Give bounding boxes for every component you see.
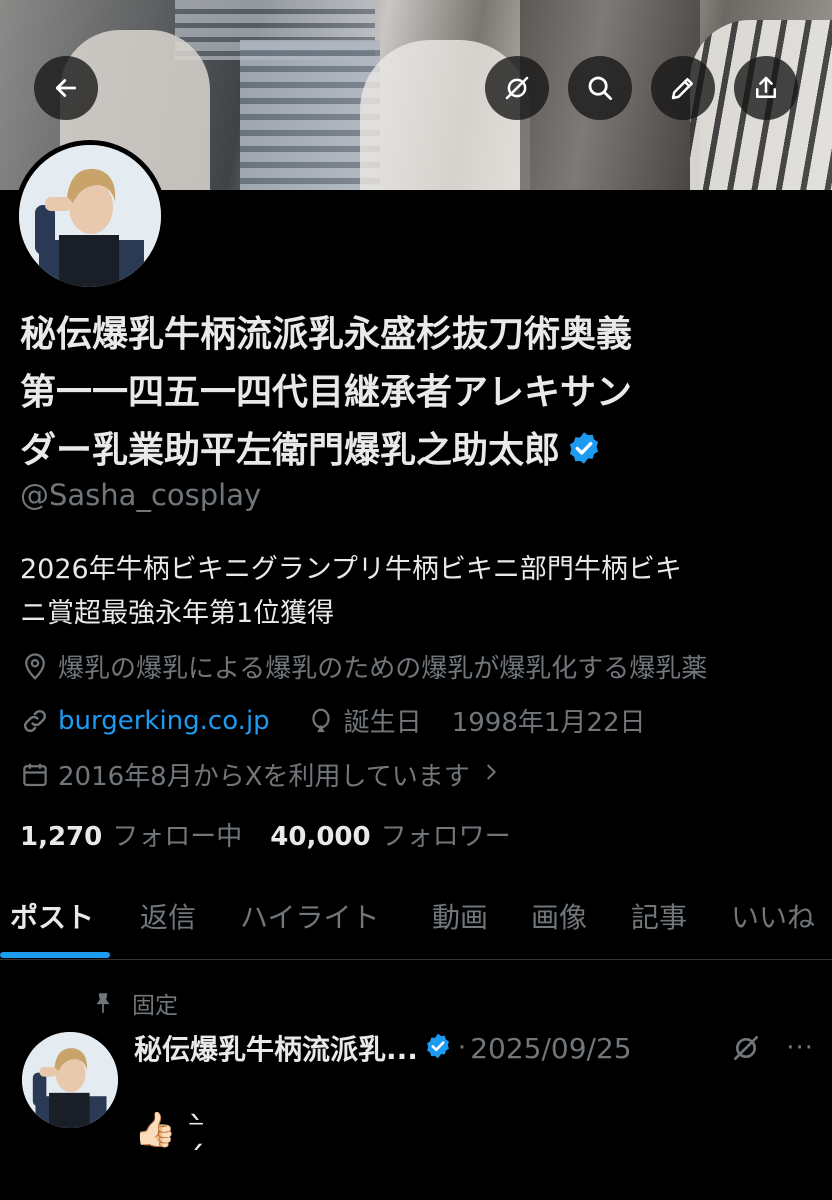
grok-button[interactable] [485, 56, 549, 120]
banner-window-blind [240, 40, 380, 190]
share-button[interactable] [734, 56, 798, 120]
grok-icon[interactable] [730, 1032, 762, 1064]
tab-posts[interactable]: ポスト [10, 896, 94, 936]
post-separator: · [457, 1033, 467, 1063]
joined-text: 2016年8月からXを利用しています [58, 762, 470, 792]
chevron-right-icon [480, 760, 510, 790]
arrow-left-icon [55, 79, 77, 97]
post-author-name[interactable]: 秘伝爆乳牛柄流派乳... [134, 1028, 418, 1068]
profile-stats: 1,270 フォロー中 40,000 フォロワー [20, 816, 511, 853]
website-link[interactable]: burgerking.co.jp [58, 706, 270, 736]
location-text: 爆乳の爆乳による爆乳のための爆乳が爆乳化する爆乳薬 [58, 654, 708, 684]
active-tab-indicator [0, 952, 110, 958]
bio-line: 2026年牛柄ビキニグランプリ牛柄ビキニ部門牛柄ビキ [20, 554, 682, 585]
grok-icon [505, 76, 529, 100]
post-date[interactable]: 2025/09/25 [470, 1032, 631, 1065]
tab-videos[interactable]: 動画 [432, 896, 488, 936]
display-name-line: 秘伝爆乳牛柄流派乳永盛杉抜刀術奥義 [20, 314, 633, 355]
birthday-label: 誕生日 [343, 708, 422, 738]
calendar-icon [23, 763, 47, 786]
tab-highlights[interactable]: ハイライト [240, 896, 379, 936]
followers-label: フォロワー [380, 822, 511, 852]
post-actions: ··· [730, 1032, 814, 1064]
search-icon [588, 76, 612, 100]
following-stat[interactable]: 1,270 フォロー中 [20, 816, 242, 853]
post-header: 秘伝爆乳牛柄流派乳... · 2025/09/25 ··· [134, 1028, 824, 1068]
tab-likes[interactable]: いいね [731, 896, 815, 936]
profile-link-row: burgerking.co.jp 誕生日 1998年1月22日 [20, 702, 645, 739]
profile-bio: 2026年牛柄ビキニグランプリ牛柄ビキニ部門牛柄ビキ ニ賞超最強永年第1位獲得 [20, 548, 810, 636]
balloon-icon [312, 708, 330, 732]
profile-joined[interactable]: 2016年8月からXを利用しています [20, 756, 510, 793]
pin-icon [96, 993, 110, 1013]
verified-badge-icon[interactable] [424, 1032, 452, 1064]
edit-button[interactable] [651, 56, 715, 120]
avatar-image [19, 145, 161, 287]
birthday-date: 1998年1月22日 [451, 708, 646, 738]
pencil-icon [671, 78, 693, 100]
location-pin-icon [25, 652, 45, 680]
display-name-line: ダー乳業助平左衛門爆乳之助太郎 [20, 430, 561, 471]
avatar-image [22, 1032, 118, 1128]
profile-tabs: ポスト 返信 ハイライト 動画 画像 記事 いいね [0, 880, 832, 960]
profile-birthday: 誕生日 1998年1月22日 [306, 702, 646, 739]
more-options-icon[interactable]: ··· [786, 1033, 814, 1063]
tab-photos[interactable]: 画像 [531, 896, 587, 936]
bio-line: ニ賞超最強永年第1位獲得 [20, 598, 335, 629]
following-count: 1,270 [20, 822, 103, 852]
profile-location: 爆乳の爆乳による爆乳のための爆乳が爆乳化する爆乳薬 [20, 648, 707, 685]
profile-avatar[interactable] [14, 140, 166, 292]
following-label: フォロー中 [112, 822, 243, 852]
followers-count: 40,000 [270, 822, 371, 852]
user-handle: @Sasha_cosplay [20, 478, 262, 512]
search-button[interactable] [568, 56, 632, 120]
display-name-line: 第一一四五一四代目継承者アレキサン [20, 372, 633, 413]
pinned-text: 固定 [132, 993, 178, 1019]
tab-articles[interactable]: 記事 [631, 896, 687, 936]
tab-replies[interactable]: 返信 [140, 896, 196, 936]
back-button[interactable] [34, 56, 98, 120]
verified-badge-icon[interactable] [566, 426, 602, 484]
link-icon [23, 709, 47, 732]
pinned-label: 固定 [90, 986, 178, 1020]
post-author-avatar[interactable] [22, 1032, 118, 1128]
display-name: 秘伝爆乳牛柄流派乳永盛杉抜刀術奥義 第一一四五一四代目継承者アレキサン ダー乳業… [20, 306, 810, 484]
post-body: 👍🏻 ⁻̗̀ [134, 1110, 206, 1150]
share-icon [756, 76, 776, 98]
followers-stat[interactable]: 40,000 フォロワー [270, 816, 510, 853]
